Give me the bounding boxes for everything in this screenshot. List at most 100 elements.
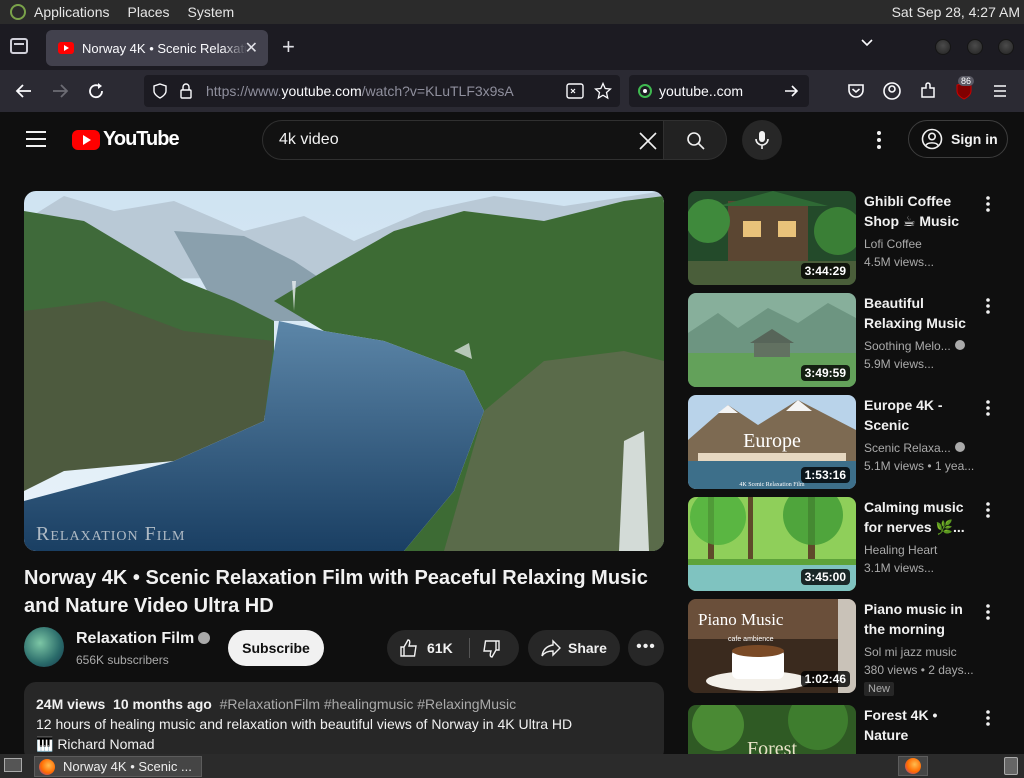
recommended-video[interactable]: 3:44:29 Ghibli Coffee Shop ☕ Music t... … <box>688 191 1008 285</box>
recommended-channel[interactable]: Sol mi jazz music <box>864 645 976 659</box>
recommended-title[interactable]: Piano music in the morning for... <box>864 599 976 639</box>
menu-system[interactable]: System <box>188 4 235 20</box>
like-divider <box>469 638 470 658</box>
pocket-icon[interactable] <box>845 80 867 102</box>
minimize-window-button[interactable] <box>935 39 951 55</box>
youtube-search-button[interactable] <box>663 120 727 160</box>
recommended-video[interactable]: Forest Forest 4K • Nature Relaxati... <box>688 705 1008 754</box>
list-all-tabs-chevron-icon[interactable] <box>860 36 874 50</box>
subscribe-button[interactable]: Subscribe <box>228 630 324 666</box>
video-watermark: Relaxation Film <box>36 523 186 545</box>
recommended-title[interactable]: Europe 4K - Scenic Relaxati... <box>864 395 976 435</box>
recommended-thumbnail[interactable]: Piano Music cafe ambience 1:02:46 <box>688 599 856 693</box>
search-bar-text[interactable]: youtube..com <box>659 83 743 99</box>
youtube-search-input[interactable]: 4k video <box>279 131 339 149</box>
recommended-thumbnail[interactable]: Forest <box>688 705 856 754</box>
recommended-title[interactable]: Forest 4K • Nature Relaxati... <box>864 705 976 745</box>
recommended-thumbnail[interactable]: 3:45:00 <box>688 497 856 591</box>
youtube-logo[interactable]: YouTube <box>72 128 180 151</box>
new-tab-plus-icon[interactable]: + <box>282 34 295 60</box>
thumbs-up-icon[interactable] <box>399 638 419 658</box>
go-arrow-icon[interactable] <box>783 83 799 99</box>
guide-menu-icon[interactable] <box>26 131 46 147</box>
upload-age: 10 months ago <box>113 696 212 712</box>
thumbnail-forest: Forest <box>688 705 856 754</box>
account-icon[interactable] <box>881 80 903 102</box>
recommended-thumbnail[interactable]: 3:44:29 <box>688 191 856 285</box>
firefox-view-icon[interactable] <box>10 38 28 54</box>
trash-icon[interactable] <box>1004 757 1018 775</box>
more-vert-icon[interactable] <box>985 399 991 417</box>
reload-icon[interactable] <box>85 80 107 102</box>
channel-name-link[interactable]: Relaxation Film <box>76 630 211 648</box>
distro-logo-icon[interactable] <box>10 4 26 20</box>
video-duration: 1:53:16 <box>800 467 850 483</box>
reader-view-icon[interactable] <box>566 83 584 99</box>
description-line-2: 🎹 Richard Nomad <box>36 736 155 752</box>
subscriber-count: 656K subscribers <box>76 653 169 667</box>
more-vert-icon[interactable] <box>985 195 991 213</box>
maximize-window-button[interactable] <box>967 39 983 55</box>
channel-name-text: Relaxation Film <box>76 630 195 647</box>
recommended-video[interactable]: Europe 4K Scenic Relaxation Film 1:53:16… <box>688 395 1008 489</box>
like-count[interactable]: 61K <box>427 640 453 656</box>
settings-more-vert-icon[interactable] <box>876 130 882 150</box>
more-vert-icon[interactable] <box>985 297 991 315</box>
verified-check-icon <box>954 442 965 452</box>
taskbar-window-button[interactable]: Norway 4K • Scenic ... <box>34 756 202 777</box>
more-actions-button[interactable]: ••• <box>628 630 664 666</box>
clock[interactable]: Sat Sep 28, 4:27 AM <box>892 4 1020 20</box>
search-icon <box>687 132 705 150</box>
close-window-button[interactable] <box>998 39 1014 55</box>
thumbs-down-icon[interactable] <box>481 639 501 659</box>
verified-badge-icon <box>198 632 211 644</box>
more-vert-icon[interactable] <box>985 603 991 621</box>
recommended-channel[interactable]: Healing Heart <box>864 543 976 557</box>
clear-search-icon[interactable] <box>637 130 659 152</box>
recommended-thumbnail[interactable]: 3:49:59 <box>688 293 856 387</box>
hamburger-menu-icon[interactable] <box>989 80 1011 102</box>
recommended-channel[interactable]: Scenic Relaxa... <box>864 441 976 455</box>
sign-in-button[interactable]: Sign in <box>908 120 1008 158</box>
youtube-search-box[interactable]: 4k video <box>262 120 727 160</box>
menu-places[interactable]: Places <box>128 4 170 20</box>
lock-icon[interactable] <box>178 82 194 100</box>
recommended-video[interactable]: 3:49:59 Beautiful Relaxing Music ... Soo… <box>688 293 1008 387</box>
url-text[interactable]: https://www.youtube.com/watch?v=KLuTLF3x… <box>206 83 514 99</box>
forward-arrow-icon[interactable] <box>49 80 71 102</box>
thumb-text-piano: Piano Music <box>698 610 784 629</box>
menu-applications[interactable]: Applications <box>34 4 110 20</box>
recommended-video[interactable]: Piano Music cafe ambience 1:02:46 Piano … <box>688 599 1008 696</box>
tab-active[interactable]: Norway 4K • Scenic Relaxation Film ✕ <box>46 30 268 66</box>
more-vert-icon[interactable] <box>985 501 991 519</box>
workspace-switcher[interactable] <box>898 756 928 776</box>
recommended-video[interactable]: 3:45:00 Calming music for nerves 🌿... He… <box>688 497 1008 591</box>
thumb-text-forest: Forest <box>747 738 797 754</box>
shield-icon[interactable] <box>152 83 168 99</box>
firefox-tray-icon <box>905 758 921 774</box>
recommended-meta: 5.9M views... <box>864 357 935 371</box>
microphone-icon <box>755 131 769 149</box>
recommended-title[interactable]: Ghibli Coffee Shop ☕ Music t... <box>864 191 976 231</box>
share-button[interactable]: Share <box>528 630 620 666</box>
video-player[interactable]: Relaxation Film <box>24 191 664 551</box>
recommended-title[interactable]: Calming music for nerves 🌿... <box>864 497 976 537</box>
user-avatar-icon <box>921 128 943 150</box>
url-bar[interactable]: https://www.youtube.com/watch?v=KLuTLF3x… <box>144 75 620 107</box>
recommended-channel[interactable]: Lofi Coffee <box>864 237 976 251</box>
show-desktop-icon[interactable] <box>4 758 22 772</box>
back-arrow-icon[interactable] <box>13 80 35 102</box>
recommended-title[interactable]: Beautiful Relaxing Music ... <box>864 293 976 333</box>
channel-avatar[interactable] <box>24 627 64 667</box>
recommended-thumbnail[interactable]: Europe 4K Scenic Relaxation Film 1:53:16 <box>688 395 856 489</box>
bookmark-star-icon[interactable] <box>594 82 612 100</box>
hashtags[interactable]: #RelaxationFilm #healingmusic #RelaxingM… <box>220 696 516 712</box>
description-stats-line: 24M views 10 months ago #RelaxationFilm … <box>36 694 652 714</box>
close-tab-icon[interactable]: ✕ <box>245 38 258 58</box>
extensions-puzzle-icon[interactable] <box>917 80 939 102</box>
description-box[interactable]: 24M views 10 months ago #RelaxationFilm … <box>24 682 664 762</box>
search-bar[interactable]: youtube..com <box>629 75 809 107</box>
recommended-channel[interactable]: Soothing Melo... <box>864 339 976 353</box>
more-vert-icon[interactable] <box>985 709 991 727</box>
voice-search-button[interactable] <box>742 120 782 160</box>
